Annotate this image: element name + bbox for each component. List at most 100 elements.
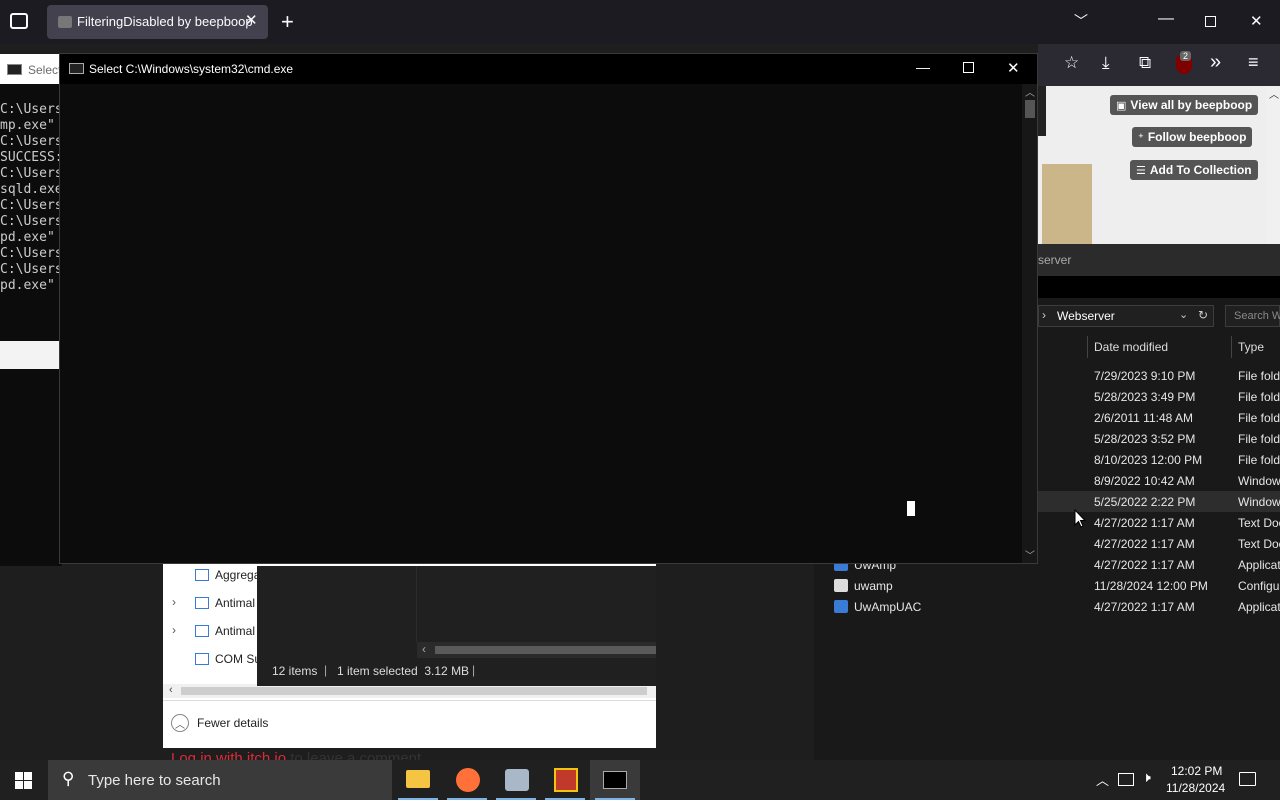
fewer-details-button[interactable]: ︿ Fewer details bbox=[171, 714, 268, 732]
background-cmd-title: Select bbox=[28, 63, 62, 77]
network-tray-icon[interactable] bbox=[1118, 773, 1134, 786]
firefox-taskbar-icon[interactable] bbox=[456, 768, 480, 792]
background-cmd-titlebar[interactable]: Select bbox=[0, 54, 62, 84]
background-cmd-line: C:\Users bbox=[0, 246, 63, 261]
file-date: 2/6/2011 11:48 AM bbox=[1094, 411, 1193, 425]
overflow-chevron-icon[interactable]: » bbox=[1210, 51, 1221, 74]
volume-muted-icon[interactable]: 🕨 bbox=[1142, 769, 1151, 786]
cmd-minimize-icon[interactable]: — bbox=[916, 59, 930, 75]
pane-split bbox=[416, 566, 417, 642]
background-cmd-line: C:\Users bbox=[0, 198, 63, 213]
tab-overview-icon[interactable] bbox=[10, 13, 28, 29]
explorer-title: server bbox=[1038, 253, 1072, 267]
cmd-scroll-up-icon[interactable]: ︿ bbox=[1025, 84, 1035, 99]
background-cmd-line: SUCCESS: bbox=[0, 150, 63, 165]
cmd-taskbar-button[interactable] bbox=[590, 760, 640, 800]
taskbar-search-box[interactable]: ⚲ Type here to search bbox=[48, 760, 392, 800]
file-date: 4/27/2022 1:17 AM bbox=[1094, 558, 1195, 572]
browser-toolbar: ☆ ⤓ ⧉ 2 » ≡ bbox=[1038, 44, 1280, 86]
tree-expand-chevron-icon[interactable]: › bbox=[172, 623, 176, 637]
background-cmd-window[interactable]: C:\Users mp.exe" C:\Users SUCCESS: C:\Users s… bbox=[0, 54, 63, 566]
tree-item-label: Antimal bbox=[215, 624, 256, 638]
cmd-window[interactable]: Select C:\Windows\system32\cmd.exe — ✕ ︿… bbox=[59, 53, 1038, 564]
dark-scroll-left-icon[interactable]: ‹ bbox=[422, 642, 426, 656]
dark-hscrollbar[interactable]: ‹ bbox=[417, 642, 656, 658]
tree-expand-chevron-icon[interactable]: › bbox=[172, 595, 176, 609]
winrar-taskbar-icon[interactable] bbox=[554, 768, 578, 792]
search-box[interactable]: Search W bbox=[1225, 305, 1280, 327]
file-date: 8/10/2023 12:00 PM bbox=[1094, 453, 1203, 467]
column-separator[interactable] bbox=[1231, 336, 1232, 358]
status-item-count: 12 items bbox=[272, 664, 318, 678]
column-date-modified[interactable]: Date modified bbox=[1094, 340, 1168, 354]
close-window-icon[interactable]: ✕ bbox=[1250, 12, 1263, 30]
chevron-up-circle-icon: ︿ bbox=[171, 714, 189, 732]
dark-scroll-thumb[interactable] bbox=[435, 646, 656, 654]
file-type: Window bbox=[1238, 495, 1280, 509]
table-row[interactable]: uwamp 11/28/2024 12:00 PM Configu bbox=[814, 575, 1280, 596]
view-all-button[interactable]: ▣ View all by beepboop bbox=[1110, 95, 1259, 115]
file-name: UwAmpUAC bbox=[854, 600, 922, 614]
minimize-icon[interactable]: — bbox=[1158, 10, 1174, 28]
file-date: 5/25/2022 2:22 PM bbox=[1094, 495, 1196, 509]
follow-button[interactable]: ⁺ Follow beepboop bbox=[1132, 127, 1253, 147]
file-date: 5/28/2023 3:52 PM bbox=[1094, 432, 1196, 446]
cmd-maximize-icon[interactable] bbox=[963, 62, 974, 73]
column-type[interactable]: Type bbox=[1238, 340, 1264, 354]
tree-item[interactable]: › Antimal bbox=[163, 622, 257, 642]
cmd-output-area[interactable] bbox=[60, 84, 1022, 563]
breadcrumb-webserver[interactable]: Webserver bbox=[1057, 309, 1115, 323]
page-scrollbar[interactable]: ︿ bbox=[1266, 86, 1280, 244]
file-type: File fold bbox=[1238, 411, 1280, 425]
tree-pane: Aggrega › Antimal › Antimal COM Su bbox=[163, 566, 261, 676]
new-tab-icon[interactable]: + bbox=[281, 9, 294, 35]
refresh-icon[interactable]: ↻ bbox=[1198, 308, 1208, 322]
cmd-scrollbar[interactable]: ︿ ﹀ bbox=[1022, 84, 1037, 563]
background-cmd-line: pd.exe" bbox=[0, 230, 55, 245]
scroll-thumb[interactable] bbox=[181, 687, 647, 695]
status-separator: | bbox=[324, 663, 328, 677]
explorer-details-pane: ‹ 12 items | 1 item selected 3.12 MB | bbox=[257, 566, 656, 686]
file-date: 7/29/2023 9:10 PM bbox=[1094, 369, 1196, 383]
cmd-titlebar[interactable]: Select C:\Windows\system32\cmd.exe — ✕ bbox=[60, 54, 1037, 84]
scroll-left-icon[interactable]: ‹ bbox=[169, 684, 173, 696]
tree-item[interactable]: COM Su bbox=[163, 650, 261, 670]
restore-icon[interactable] bbox=[1205, 16, 1216, 27]
tree-item[interactable]: › Antimal bbox=[163, 594, 257, 614]
horizontal-scrollbar[interactable]: ‹ bbox=[163, 684, 656, 698]
network-app-taskbar-icon[interactable] bbox=[505, 769, 529, 791]
menu-icon[interactable]: ≡ bbox=[1248, 52, 1259, 73]
column-separator[interactable] bbox=[1087, 336, 1088, 358]
cmd-icon bbox=[7, 64, 22, 75]
file-explorer-taskbar-icon[interactable] bbox=[406, 770, 430, 788]
cmd-close-icon[interactable]: ✕ bbox=[1007, 59, 1020, 77]
downloads-icon[interactable]: ⤓ bbox=[1102, 53, 1110, 73]
game-screenshot[interactable] bbox=[1042, 164, 1092, 244]
address-dropdown-icon[interactable]: ⌄ bbox=[1179, 308, 1188, 321]
cmd-scroll-thumb[interactable] bbox=[1025, 100, 1035, 118]
tree-item[interactable]: Aggrega bbox=[163, 566, 261, 586]
notification-icon[interactable] bbox=[1239, 772, 1256, 786]
itch-page: ▣ View all by beepboop ⁺ Follow beepboop… bbox=[1038, 86, 1280, 244]
start-windows-icon[interactable] bbox=[15, 772, 32, 789]
file-type: Text Doc bbox=[1238, 537, 1280, 551]
tab-list-chevron-icon[interactable]: ﹀ bbox=[1074, 11, 1088, 31]
tab-close-icon[interactable]: ✕ bbox=[245, 11, 258, 29]
breadcrumb-chevron-icon: › bbox=[1042, 308, 1046, 322]
bookmark-star-icon[interactable]: ☆ bbox=[1064, 53, 1079, 73]
tree-item-label: Aggrega bbox=[215, 568, 261, 582]
collection-icon: ☰ bbox=[1136, 164, 1146, 177]
extensions-icon[interactable]: ⧉ bbox=[1139, 53, 1151, 73]
tree-item-label: COM Su bbox=[215, 652, 262, 666]
registry-folder-icon bbox=[195, 597, 209, 609]
explorer-ribbon bbox=[1038, 276, 1280, 298]
table-row[interactable]: UwAmpUAC 4/27/2022 1:17 AM Applicat bbox=[814, 596, 1280, 617]
clock-date[interactable]: 11/28/2024 bbox=[1166, 781, 1225, 795]
scroll-up-icon[interactable]: ︿ bbox=[1269, 86, 1279, 101]
clock-time[interactable]: 12:02 PM bbox=[1171, 764, 1222, 778]
address-bar[interactable]: › Webserver ⌄ ↻ bbox=[1038, 305, 1214, 327]
browser-tab[interactable]: FilteringDisabled by beepboop ✕ bbox=[47, 5, 268, 39]
cmd-scroll-down-icon[interactable]: ﹀ bbox=[1025, 547, 1035, 562]
add-collection-button[interactable]: ☰ Add To Collection bbox=[1130, 160, 1258, 180]
tray-chevron-up-icon[interactable]: ︿ bbox=[1096, 770, 1109, 789]
